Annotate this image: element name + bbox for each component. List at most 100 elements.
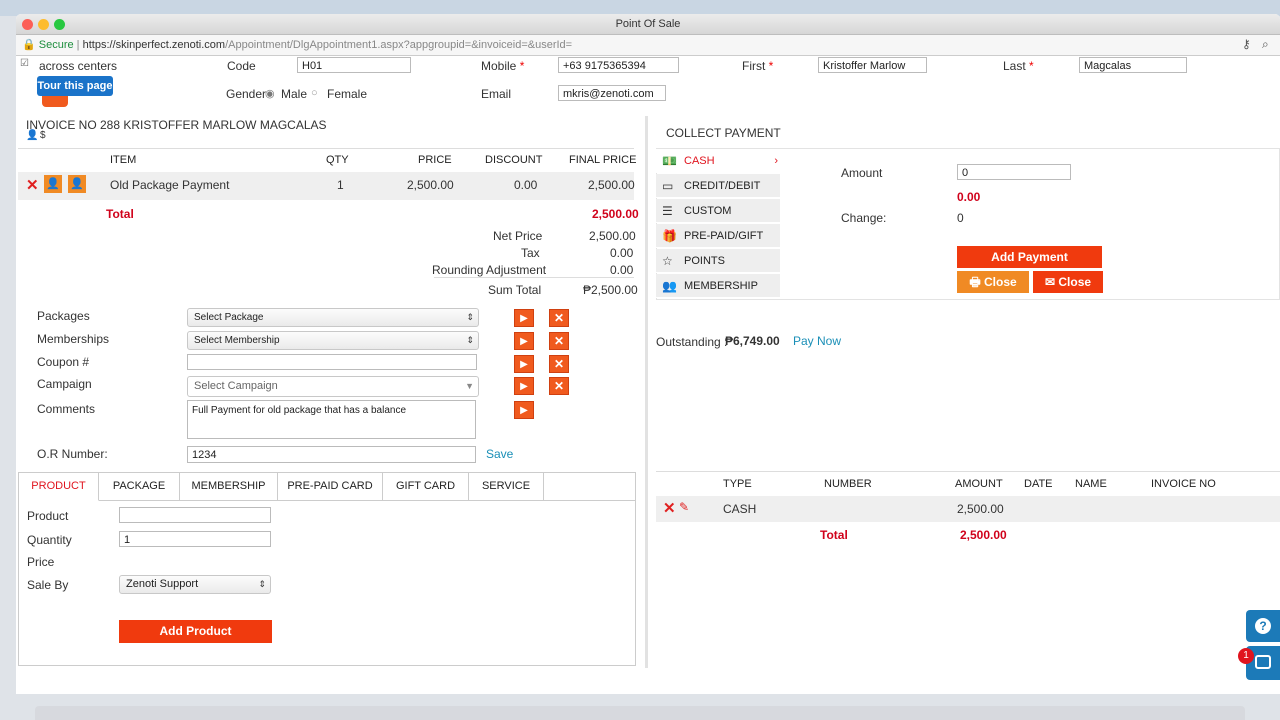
minimize-window-icon[interactable] (38, 19, 49, 30)
row-price: 2,500.00 (407, 178, 454, 192)
payment-row-type: CASH (723, 502, 757, 516)
comments-textarea[interactable]: Full Payment for old package that has a … (187, 400, 476, 439)
chat-icon (1255, 655, 1271, 669)
tab-package[interactable]: PACKAGE (99, 473, 180, 500)
memberships-go-button[interactable]: ▶ (514, 332, 534, 350)
memberships-clear-button[interactable]: ✕ (549, 332, 569, 350)
delete-payment-icon[interactable]: ✕ (663, 499, 676, 517)
packages-select[interactable]: Select Package ⇕ (187, 308, 479, 327)
gender-label: Gender (226, 87, 267, 101)
tab-pre-paid-card[interactable]: PRE-PAID CARD (278, 473, 383, 500)
print-close-button[interactable]: 🖶 Close (957, 271, 1029, 293)
edit-payment-icon[interactable]: ✎ (679, 500, 689, 514)
zoom-window-icon[interactable] (54, 19, 65, 30)
payments-total-label: Total (820, 528, 848, 542)
memberships-select[interactable]: Select Membership ⇕ (187, 331, 479, 350)
url-host: https://skinperfect.zenoti.com (82, 39, 226, 51)
close-window-icon[interactable] (22, 19, 33, 30)
quantity-input[interactable]: 1 (119, 531, 271, 547)
amount-input[interactable]: 0 (957, 164, 1071, 180)
campaign-clear-button[interactable]: ✕ (549, 377, 569, 395)
refresh-icon[interactable] (42, 96, 68, 107)
email-close-button[interactable]: ✉ Close (1033, 271, 1103, 293)
email-input[interactable]: mkris@zenoti.com (558, 85, 666, 101)
payment-method-credit-debit[interactable]: ▭ CREDIT/DEBIT (656, 174, 780, 198)
sum-total-label: Sum Total (488, 283, 542, 297)
zoom-icon[interactable]: ⌕ (1262, 37, 1269, 52)
outstanding-label: Outstanding : (656, 335, 728, 349)
packages-clear-button[interactable]: ✕ (549, 309, 569, 327)
email-label: Email (481, 87, 512, 101)
coupon-label: Coupon # (37, 355, 90, 369)
customer-icon[interactable]: 👤 (68, 175, 86, 193)
sale-by-select[interactable]: Zenoti Support ⇕ (119, 575, 271, 594)
tour-button[interactable]: Tour this page (37, 76, 113, 96)
tab-gift-card[interactable]: GIFT CARD (383, 473, 469, 500)
url-path: /Appointment/DlgAppointment1.aspx?appgro… (225, 39, 573, 51)
key-icon[interactable]: ⚷ (1242, 37, 1251, 51)
checkbox-icon[interactable]: ☑ (20, 58, 29, 69)
collect-payment-title: COLLECT PAYMENT (666, 126, 781, 140)
rounding-value: 0.00 (610, 263, 634, 277)
packages-label: Packages (37, 309, 90, 323)
row-qty: 1 (337, 178, 344, 192)
comments-label: Comments (37, 402, 96, 416)
quantity-label: Quantity (27, 533, 72, 547)
address-bar[interactable]: 🔒 Secure | https://skinperfect.zenoti.co… (16, 35, 1280, 56)
payment-method-points[interactable]: ☆ POINTS (656, 249, 780, 273)
male-radio[interactable]: ◉ (265, 87, 275, 100)
tab-membership[interactable]: MEMBERSHIP (180, 473, 278, 500)
select-arrows-icon: ⇕ (466, 312, 474, 322)
or-number-input[interactable]: 1234 (187, 446, 476, 463)
payment-method-cash[interactable]: 💵 CASH › (656, 149, 780, 173)
pay-now-link[interactable]: Pay Now (793, 334, 841, 348)
tax-label: Tax (521, 246, 540, 260)
save-link[interactable]: Save (486, 447, 513, 461)
coupon-clear-button[interactable]: ✕ (549, 355, 569, 373)
comments-go-button[interactable]: ▶ (514, 401, 534, 419)
payment-method-membership[interactable]: 👥 MEMBERSHIP (656, 274, 780, 298)
amount-label: Amount (841, 166, 883, 180)
across-centers-label: across centers (39, 59, 118, 73)
pay-header-invoice-no: INVOICE NO (1151, 478, 1216, 490)
last-name-input[interactable]: Magcalas (1079, 57, 1187, 73)
send-icon: ✉ (1044, 275, 1056, 289)
currency-symbol: $ (40, 130, 46, 141)
coupon-go-button[interactable]: ▶ (514, 355, 534, 373)
code-input[interactable]: H01 (297, 57, 411, 73)
total-label: Total (106, 207, 134, 221)
add-payment-button[interactable]: Add Payment (957, 246, 1102, 268)
select-arrows-icon: ⇕ (258, 579, 266, 589)
star-icon: ☆ (662, 254, 673, 268)
female-radio[interactable]: ○ (311, 87, 318, 99)
product-input[interactable] (119, 507, 271, 523)
campaign-go-button[interactable]: ▶ (514, 377, 534, 395)
window-title: Point Of Sale (615, 18, 681, 30)
help-button[interactable]: ? (1246, 610, 1280, 642)
mobile-input[interactable]: +63 9175365394 (558, 57, 679, 73)
group-icon: 👥 (662, 279, 677, 293)
campaign-select[interactable]: Select Campaign ▼ (187, 376, 479, 397)
or-number-label: O.R Number: (37, 447, 108, 461)
amount-due: 0.00 (957, 190, 981, 204)
payment-method-prepaid-gift[interactable]: 🎁 PRE-PAID/GIFT (656, 224, 780, 248)
tab-product[interactable]: PRODUCT (19, 473, 99, 501)
coupon-input[interactable] (187, 354, 477, 370)
browser-window: Point Of Sale 🔒 Secure | https://skinper… (16, 14, 1280, 694)
add-product-button[interactable]: Add Product (119, 620, 272, 643)
packages-go-button[interactable]: ▶ (514, 309, 534, 327)
payments-total-value: 2,500.00 (960, 528, 1007, 542)
delete-row-icon[interactable]: ✕ (26, 176, 39, 194)
sale-tabs-panel: PRODUCT PACKAGE MEMBERSHIP PRE-PAID CARD… (18, 472, 636, 666)
invoice-title: INVOICE NO 288 KRISTOFFER MARLOW MAGCALA… (26, 118, 327, 132)
campaign-label: Campaign (37, 377, 92, 391)
payment-row-amount: 2,500.00 (957, 502, 1004, 516)
first-name-input[interactable]: Kristoffer Marlow (818, 57, 927, 73)
male-label: Male (281, 87, 308, 101)
stylist-icon[interactable]: 👤 (44, 175, 62, 193)
pos-content: ☑ across centers Tour this page Code H01… (16, 56, 1280, 694)
payment-method-custom[interactable]: ☰ CUSTOM (656, 199, 780, 223)
pay-header-name: NAME (1075, 478, 1107, 490)
tab-service[interactable]: SERVICE (469, 473, 544, 500)
dropdown-caret-icon: ▼ (465, 381, 474, 391)
